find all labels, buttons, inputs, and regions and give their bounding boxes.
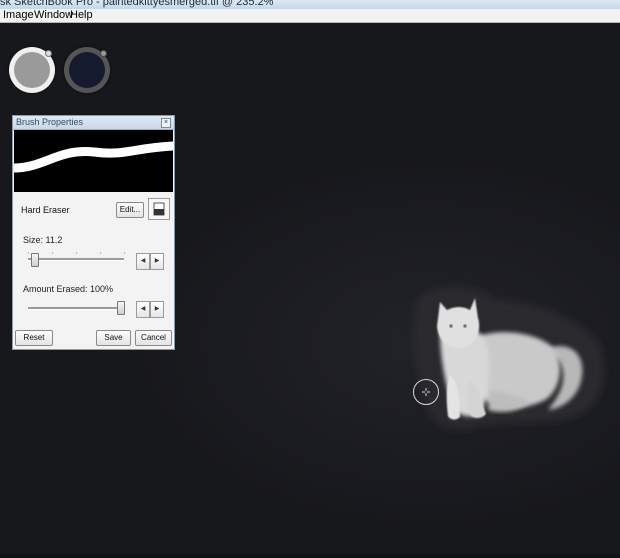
amount-slider-track[interactable] xyxy=(28,307,124,310)
slider-tick xyxy=(76,252,77,254)
size-slider-thumb[interactable] xyxy=(31,253,39,267)
slider-tick xyxy=(52,252,53,254)
amount-erased-label: Amount Erased: 100% xyxy=(23,284,114,294)
puck-toggle-dot[interactable] xyxy=(45,50,52,57)
size-slider-track[interactable] xyxy=(28,258,124,261)
brush-name: Hard Eraser xyxy=(21,205,70,215)
window-titlebar: sk SketchBook Pro - paintedkittyesmerged… xyxy=(0,0,620,9)
amount-increase-button[interactable]: ▶ xyxy=(150,301,164,318)
menu-help[interactable]: Help xyxy=(70,9,93,22)
save-button[interactable]: Save xyxy=(96,330,131,346)
size-label: Size: 11.2 xyxy=(23,235,63,245)
crosshair-icon xyxy=(422,388,430,396)
brush-cursor xyxy=(413,379,439,405)
reset-button[interactable]: Reset xyxy=(15,330,53,346)
size-decrease-button[interactable]: ◀ xyxy=(136,253,150,270)
stroke-preview-icon xyxy=(9,141,178,173)
size-increase-button[interactable]: ▶ xyxy=(150,253,164,270)
slider-tick xyxy=(124,252,125,254)
eraser-brush-icon xyxy=(153,202,165,216)
primary-color-puck[interactable] xyxy=(9,47,55,93)
menu-image[interactable]: Image xyxy=(3,9,34,22)
window-title: sk SketchBook Pro - paintedkittyesmerged… xyxy=(0,0,274,8)
cancel-button[interactable]: Cancel xyxy=(135,330,172,346)
menu-window[interactable]: Window xyxy=(34,9,73,22)
slider-tick xyxy=(28,252,29,254)
panel-header[interactable]: Brush Properties × xyxy=(13,116,174,130)
menu-bar: Image Window Help xyxy=(0,9,620,23)
close-icon[interactable]: × xyxy=(161,118,171,128)
canvas-bottom-edge xyxy=(0,554,620,558)
brush-stroke-preview xyxy=(9,130,178,192)
primary-color-swatch xyxy=(14,52,50,88)
amount-slider-thumb[interactable] xyxy=(117,301,125,315)
puck-toggle-dot[interactable] xyxy=(100,50,107,57)
slider-tick xyxy=(100,252,101,254)
panel-title: Brush Properties xyxy=(16,117,84,127)
secondary-color-swatch xyxy=(69,52,105,88)
amount-decrease-button[interactable]: ◀ xyxy=(136,301,150,318)
edit-brush-button[interactable]: Edit... xyxy=(116,202,144,218)
brush-properties-panel: Brush Properties × Hard Eraser Edit... S… xyxy=(9,115,178,350)
secondary-color-puck[interactable] xyxy=(64,47,110,93)
brush-swatch-button[interactable] xyxy=(148,198,170,220)
